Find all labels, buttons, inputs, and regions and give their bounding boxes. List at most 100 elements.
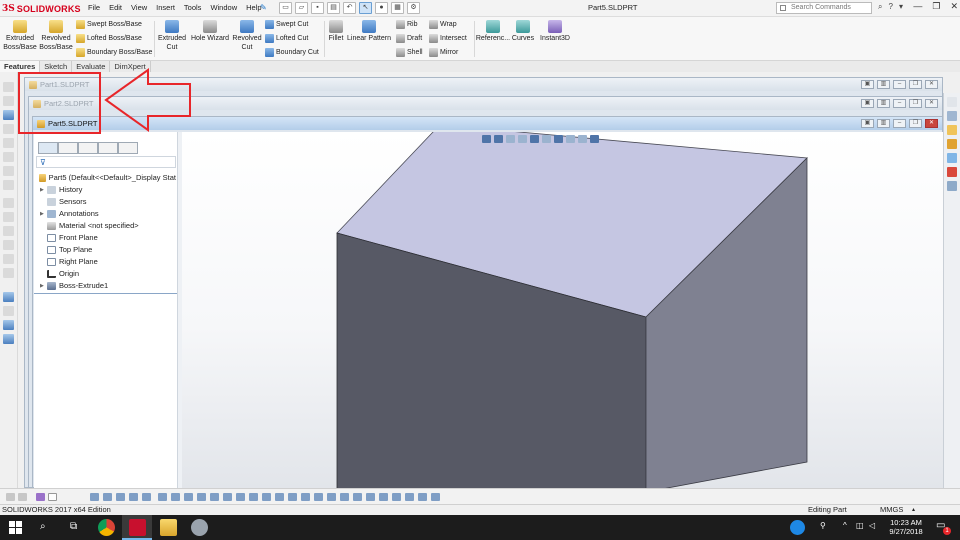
- menu-insert[interactable]: Insert: [156, 3, 175, 12]
- menu-window[interactable]: Window: [210, 3, 237, 12]
- toolbar-tool-icon[interactable]: [3, 166, 14, 176]
- boundary-boss-button[interactable]: Boundary Boss/Base: [76, 48, 152, 57]
- options-icon[interactable]: ⚙: [407, 2, 420, 14]
- tree-item-annotations[interactable]: ▶ Annotations: [38, 208, 176, 220]
- search-commands-input[interactable]: Search Commands: [776, 2, 872, 14]
- hole-wizard-button[interactable]: Hole Wizard: [190, 20, 230, 43]
- toolbar-tool-icon[interactable]: [3, 306, 14, 316]
- solidworks-taskbar-icon[interactable]: [129, 519, 146, 536]
- toolbar-tool-icon[interactable]: [3, 240, 14, 250]
- apply-scene-icon[interactable]: [578, 135, 587, 143]
- toolbar-tool-icon[interactable]: [3, 138, 14, 148]
- reference-geometry-button[interactable]: Referenc...: [476, 20, 510, 43]
- restore-icon[interactable]: ❐: [909, 80, 922, 89]
- print-icon[interactable]: ▤: [327, 2, 340, 14]
- featuremanager-tab-icon[interactable]: [38, 142, 58, 154]
- displaymanager-tab-icon[interactable]: [118, 142, 138, 154]
- sketch-tool-icon[interactable]: [116, 493, 125, 501]
- select-icon[interactable]: ↖: [359, 2, 372, 14]
- filter-icon[interactable]: [18, 493, 27, 501]
- sketch-tool-icon[interactable]: [405, 493, 414, 501]
- toolbar-tool-icon[interactable]: [3, 320, 14, 330]
- curves-button[interactable]: Curves: [511, 20, 535, 43]
- forum-icon[interactable]: [947, 181, 957, 191]
- zoom-to-area-icon[interactable]: [494, 135, 503, 143]
- undo-icon[interactable]: ↶: [343, 2, 356, 14]
- close-icon[interactable]: ✕: [925, 119, 938, 128]
- sketch-tool-icon[interactable]: [103, 493, 112, 501]
- close-icon[interactable]: ✕: [925, 99, 938, 108]
- toolbar-tool-icon[interactable]: [3, 96, 14, 106]
- sketch-tool-icon[interactable]: [129, 493, 138, 501]
- sketch-tool-icon[interactable]: [275, 493, 284, 501]
- toolbar-tool-icon[interactable]: [3, 292, 14, 302]
- menu-view[interactable]: View: [131, 3, 147, 12]
- tab-features[interactable]: Features: [0, 61, 41, 72]
- edit-appearance-icon[interactable]: [566, 135, 575, 143]
- sketch-tool-icon[interactable]: [340, 493, 349, 501]
- tree-item-material[interactable]: Material <not specified>: [38, 220, 176, 232]
- tree-filter[interactable]: ⊽: [36, 156, 176, 168]
- expand-arrow-icon[interactable]: ▶: [40, 280, 46, 292]
- toolbar-tool-icon[interactable]: [3, 212, 14, 222]
- chrome-icon[interactable]: [98, 519, 115, 536]
- design-library-icon[interactable]: [947, 111, 957, 121]
- help-icon[interactable]: ?: [888, 2, 892, 12]
- menu-tools[interactable]: Tools: [184, 3, 202, 12]
- minimize-icon[interactable]: –: [893, 99, 906, 108]
- pin-menu-icon[interactable]: ✎: [260, 3, 267, 12]
- tile-icon[interactable]: ▥: [877, 99, 890, 108]
- sketch-tool-icon[interactable]: [171, 493, 180, 501]
- menu-file[interactable]: File: [88, 3, 100, 12]
- file-explorer-icon[interactable]: [160, 519, 177, 536]
- close-icon[interactable]: ✕: [925, 80, 938, 89]
- chevron-down-icon[interactable]: ▾: [899, 2, 903, 12]
- sketch-tool-icon[interactable]: [223, 493, 232, 501]
- network-icon[interactable]: ◫: [856, 521, 864, 530]
- shell-button[interactable]: Shell: [396, 48, 423, 57]
- previous-view-icon[interactable]: [506, 135, 515, 143]
- filter-icon[interactable]: [6, 493, 15, 501]
- tree-item-sensors[interactable]: Sensors: [38, 196, 176, 208]
- tile-icon[interactable]: ▣: [861, 99, 874, 108]
- tree-item-origin[interactable]: Origin: [38, 268, 176, 280]
- tile-icon[interactable]: ▥: [877, 119, 890, 128]
- rib-button[interactable]: Rib: [396, 20, 418, 29]
- wrap-button[interactable]: Wrap: [429, 20, 457, 29]
- menu-edit[interactable]: Edit: [109, 3, 122, 12]
- search-icon[interactable]: ⌕: [40, 521, 46, 532]
- appearances-icon[interactable]: [947, 153, 957, 163]
- sketch-tool-icon[interactable]: [314, 493, 323, 501]
- extruded-boss-button[interactable]: Extruded Boss/Base: [3, 20, 37, 52]
- sketch-tool-icon[interactable]: [379, 493, 388, 501]
- propertymanager-tab-icon[interactable]: [58, 142, 78, 154]
- zoom-to-fit-icon[interactable]: [482, 135, 491, 143]
- tile-icon[interactable]: ▥: [877, 80, 890, 89]
- sketch-tool-icon[interactable]: [392, 493, 401, 501]
- swept-boss-button[interactable]: Swept Boss/Base: [76, 20, 142, 29]
- rebuild-icon[interactable]: ●: [375, 2, 388, 14]
- section-view-icon[interactable]: [518, 135, 527, 143]
- tile-icon[interactable]: ▣: [861, 119, 874, 128]
- instant3d-button[interactable]: Instant3D: [538, 20, 572, 43]
- sketch-tool-icon[interactable]: [262, 493, 271, 501]
- minimize-icon[interactable]: –: [893, 119, 906, 128]
- configurationmanager-tab-icon[interactable]: [78, 142, 98, 154]
- rollback-bar[interactable]: [34, 293, 177, 294]
- sketch-tool-icon[interactable]: [249, 493, 258, 501]
- close-icon[interactable]: ✕: [950, 1, 958, 12]
- tree-item-top-plane[interactable]: Top Plane: [38, 244, 176, 256]
- fillet-button[interactable]: Fillet: [327, 20, 345, 43]
- search-icon[interactable]: ⌕: [878, 2, 882, 12]
- restore-icon[interactable]: ❐: [932, 1, 940, 12]
- intersect-button[interactable]: Intersect: [429, 34, 467, 43]
- tree-item-history[interactable]: ▶ History: [38, 184, 176, 196]
- toolbar-tool-icon[interactable]: [3, 226, 14, 236]
- windows-start-icon[interactable]: [9, 521, 22, 534]
- minimize-icon[interactable]: —: [913, 1, 922, 12]
- view-settings-icon[interactable]: [590, 135, 599, 143]
- restore-icon[interactable]: ❐: [909, 119, 922, 128]
- lofted-cut-button[interactable]: Lofted Cut: [265, 34, 308, 43]
- sketch-tool-icon[interactable]: [236, 493, 245, 501]
- mirror-button[interactable]: Mirror: [429, 48, 458, 57]
